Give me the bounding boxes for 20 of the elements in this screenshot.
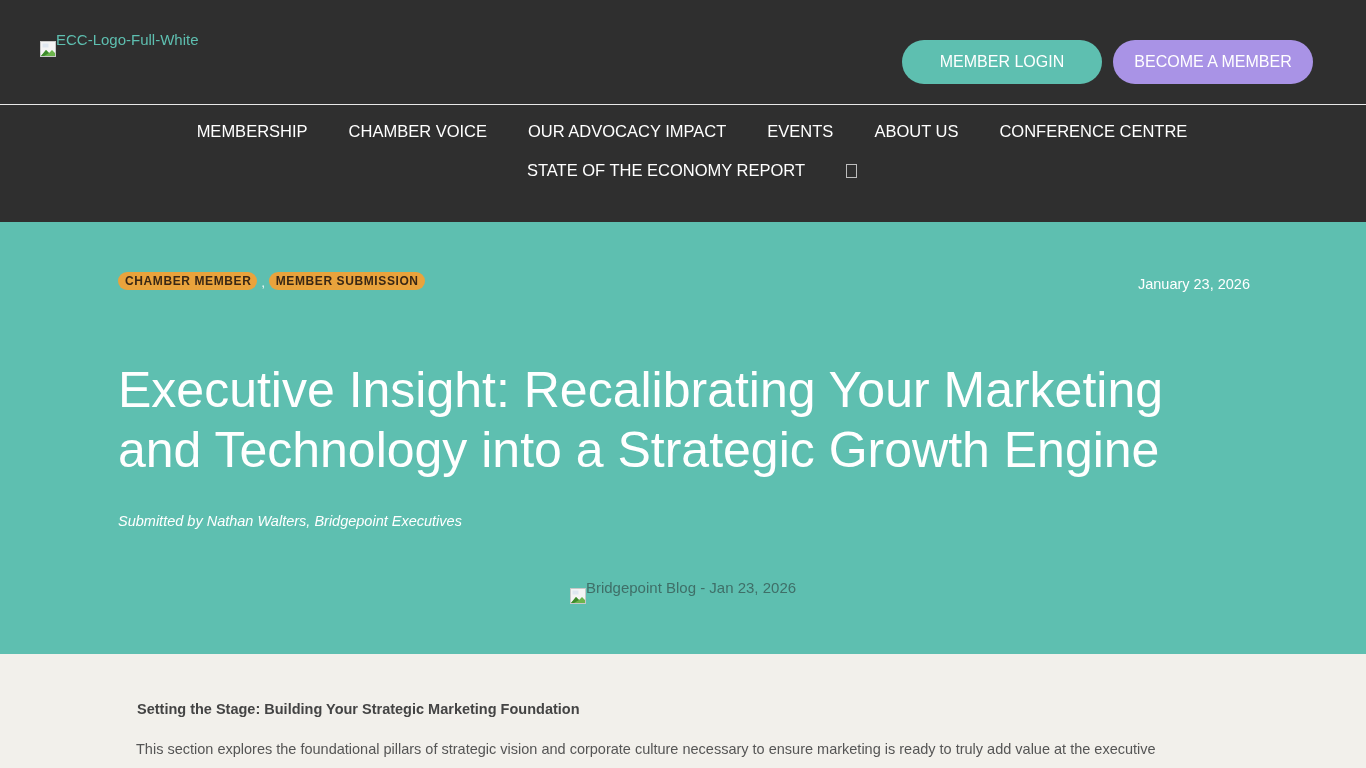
nav-link[interactable]: ABOUT US [874,112,959,151]
category-tag[interactable]: CHAMBER MEMBER [118,272,258,290]
nav-link[interactable]: CHAMBER VOICE [348,112,487,151]
broken-image-icon [40,41,56,57]
logo-alt-text[interactable]: ECC-Logo-Full-White [56,32,199,47]
body-paragraph: This section explores the foundational pillars of strategic vision and corporate culture necessary to ensure marketing is ready to truly add value at the executive [136,740,1157,759]
post-date: January 23, 2026 [1137,275,1250,293]
article-title: Executive Insight: Recalibrating Your Marketing and Technology into a Strategic Growth Engine [118,361,1165,480]
nav-link[interactable]: EVENTS [767,112,834,151]
nav-link[interactable]: STATE OF THE ECONOMY REPORT [526,151,806,190]
separator-comma: , [261,275,265,292]
broken-image-icon [569,588,586,604]
category-tag[interactable]: MEMBER SUBMISSION [268,272,425,290]
byline-text: Submitted by Nathan Walters, Bridgepoint Executives [118,512,463,531]
missing-glyph-icon[interactable] [846,163,858,178]
image-alt-text: Bridgepoint Blog - Jan 23, 2026 [585,580,797,595]
nav-link[interactable]: CONFERENCE CENTRE [999,112,1188,151]
nav-link[interactable]: MEMBERSHIP [196,112,308,151]
nav-link[interactable]: OUR ADVOCACY IMPACT [528,112,727,151]
section-heading: Setting the Stage: Building Your Strategic Marketing Foundation [137,700,581,719]
